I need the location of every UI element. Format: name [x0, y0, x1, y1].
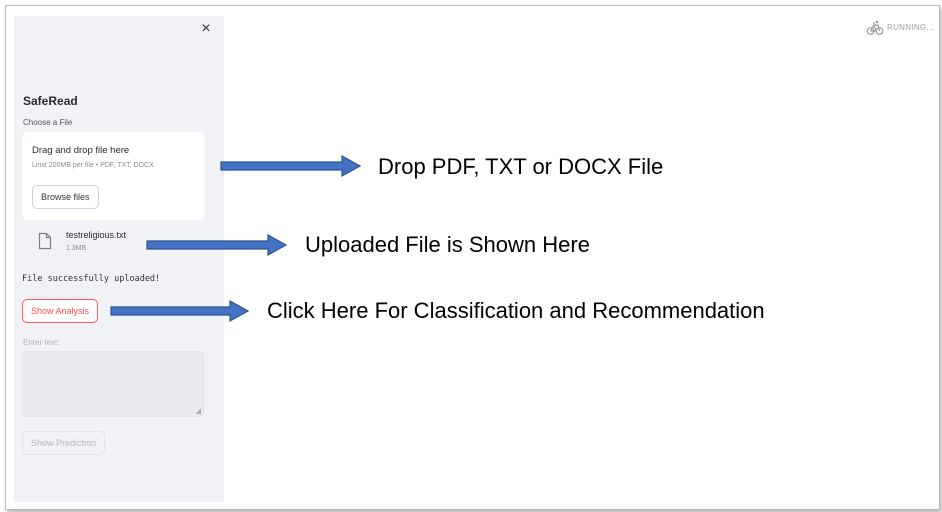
bicycle-icon	[866, 20, 884, 35]
enter-text-label: Enter text:	[23, 338, 60, 347]
text-input-area[interactable]: ◢	[22, 351, 204, 417]
arrow-right-icon	[220, 154, 362, 178]
uploaded-file-name: testreligious.txt	[66, 230, 127, 240]
show-prediction-button[interactable]: Show Prediction	[22, 431, 106, 455]
show-analysis-button[interactable]: Show Analysis	[22, 299, 99, 323]
choose-file-label: Choose a File	[23, 118, 73, 127]
file-icon	[38, 232, 52, 250]
dropzone-limit: Limit 200MB per file • PDF, TXT, DOCX	[32, 162, 154, 169]
upload-success-message: File successfully uploaded!	[22, 274, 161, 284]
close-sidebar-button[interactable]: ×	[199, 21, 213, 37]
callout-show-analysis: Click Here For Classification and Recomm…	[267, 298, 765, 323]
callout-drop-file: Drop PDF, TXT or DOCX File	[378, 154, 664, 179]
arrow-right-icon	[146, 233, 288, 257]
file-dropzone[interactable]: Drag and drop file here Limit 200MB per …	[22, 132, 205, 220]
dropzone-title: Drag and drop file here	[32, 145, 130, 156]
status-text: RUNNING...	[887, 23, 934, 32]
screenshot-frame: × SafeRead Choose a File Drag and drop f…	[5, 5, 940, 510]
sidebar: × SafeRead Choose a File Drag and drop f…	[14, 16, 224, 502]
callout-uploaded-file: Uploaded File is Shown Here	[305, 232, 590, 257]
uploaded-file-size: 1.3MB	[66, 245, 87, 252]
app-title: SafeRead	[23, 94, 78, 108]
running-status: RUNNING...	[866, 19, 936, 37]
browse-files-button[interactable]: Browse files	[32, 185, 99, 209]
resize-grip-icon[interactable]: ◢	[196, 407, 201, 415]
arrow-right-icon	[110, 299, 250, 323]
